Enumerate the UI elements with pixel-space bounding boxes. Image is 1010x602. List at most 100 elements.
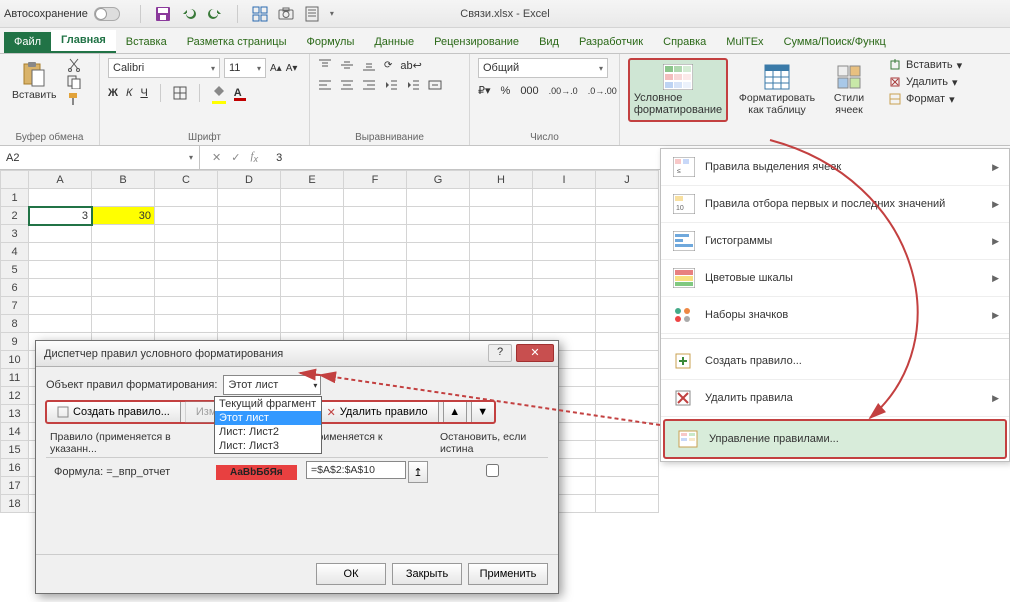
scope-option[interactable]: Текущий фрагмент [215,397,321,411]
font-name-select[interactable]: Calibri [108,58,220,78]
tile-icon[interactable] [252,6,268,22]
cf-manage-rules[interactable]: Управление правилами... [663,419,1007,459]
move-up-button[interactable]: ▲ [443,401,467,423]
conditional-formatting-button[interactable]: Условное форматирование [628,58,728,122]
row-header[interactable]: 18 [1,495,29,513]
row-header[interactable]: 15 [1,441,29,459]
cf-top-bottom-rules[interactable]: 10 Правила отбора первых и последних зна… [661,186,1009,223]
cf-data-bars[interactable]: Гистограммы▶ [661,223,1009,260]
decrease-indent-icon[interactable] [384,78,398,92]
delete-cells-button[interactable]: Удалить▾ [888,75,972,89]
row-header[interactable]: 9 [1,333,29,351]
paste-button[interactable]: Вставить [8,58,61,104]
align-left-icon[interactable] [318,78,332,92]
tab-file[interactable]: Файл [4,32,51,53]
name-box[interactable]: A2 [0,146,200,169]
insert-cells-button[interactable]: Вставить▾ [888,58,972,72]
scope-select[interactable]: Этот лист [223,375,321,395]
col-header[interactable]: I [533,171,596,189]
cf-highlight-rules[interactable]: ≤ Правила выделения ячеек▶ [661,149,1009,186]
range-picker-icon[interactable]: ↥ [408,461,428,483]
tab-home[interactable]: Главная [51,30,116,53]
applies-to-input[interactable]: =$A$2:$A$10 [306,461,406,479]
borders-icon[interactable] [173,86,187,100]
tab-formulas[interactable]: Формулы [296,32,364,53]
currency-icon[interactable]: ₽▾ [478,84,491,97]
fill-color-button[interactable] [212,85,226,102]
scope-option[interactable]: Лист: Лист2 [215,425,321,439]
increase-indent-icon[interactable] [406,78,420,92]
col-header[interactable]: B [92,171,155,189]
italic-button[interactable]: К [126,87,132,99]
tab-review[interactable]: Рецензирование [424,32,529,53]
fx-cancel-icon[interactable]: ✕ [212,151,221,164]
col-header[interactable]: G [407,171,470,189]
row-header[interactable]: 7 [1,297,29,315]
undo-icon[interactable] [181,6,197,22]
merge-icon[interactable] [428,78,442,92]
delete-rule-button[interactable]: ✕Удалить правило [316,401,439,423]
underline-button[interactable]: Ч [140,87,147,99]
align-bottom-icon[interactable] [362,58,376,72]
select-all-corner[interactable] [1,171,29,189]
scope-option[interactable]: Лист: Лист3 [215,439,321,453]
font-size-select[interactable]: 11 [224,58,266,78]
autosave-toggle-icon[interactable] [94,7,120,21]
row-header[interactable]: 10 [1,351,29,369]
dialog-help-icon[interactable]: ? [488,344,512,362]
new-rule-button[interactable]: Создать правило... [46,401,181,423]
row-header[interactable]: 8 [1,315,29,333]
col-header[interactable]: D [218,171,281,189]
increase-font-icon[interactable]: A▴ [270,63,282,74]
row-header[interactable]: 12 [1,387,29,405]
format-painter-icon[interactable] [67,92,81,106]
align-top-icon[interactable] [318,58,332,72]
comma-icon[interactable]: 000 [520,85,538,97]
tab-insert[interactable]: Вставка [116,32,177,53]
tab-multex[interactable]: MulTEx [716,32,773,53]
cf-icon-sets[interactable]: Наборы значков▶ [661,297,1009,334]
stop-if-true-checkbox[interactable] [486,464,499,477]
fx-enter-icon[interactable]: ✓ [231,151,240,164]
tab-page-layout[interactable]: Разметка страницы [177,32,297,53]
col-header[interactable]: F [344,171,407,189]
move-down-button[interactable]: ▼ [471,401,495,423]
apply-button[interactable]: Применить [468,563,548,585]
tab-sum-search[interactable]: Сумма/Поиск/Функц [774,32,896,53]
camera-icon[interactable] [278,6,294,22]
scope-option[interactable]: Этот лист [215,411,321,425]
row-header[interactable]: 6 [1,279,29,297]
bold-button[interactable]: Ж [108,87,118,99]
col-header[interactable]: J [596,171,659,189]
format-cells-button[interactable]: Формат▾ [888,92,972,106]
font-color-button[interactable]: A [234,87,242,99]
rule-row[interactable]: Формула: =_впр_отчет АаВbБбЯя =$A$2:$A$1… [46,458,548,486]
col-header[interactable]: A [29,171,92,189]
row-header[interactable]: 16 [1,459,29,477]
autosave-control[interactable]: Автосохранение [4,7,120,21]
wrap-text-icon[interactable]: ab↩ [400,59,421,72]
tab-view[interactable]: Вид [529,32,569,53]
row-header[interactable]: 13 [1,405,29,423]
ok-button[interactable]: ОК [316,563,386,585]
close-button[interactable]: Закрыть [392,563,462,585]
col-header[interactable]: E [281,171,344,189]
row-header[interactable]: 11 [1,369,29,387]
qat-dropdown-icon[interactable]: ▾ [330,9,334,18]
cf-clear-rules[interactable]: Удалить правила▶ [661,380,1009,417]
cell-A2[interactable]: 3 [29,207,92,225]
cell-B2[interactable]: 30 [92,207,155,225]
row-header[interactable]: 1 [1,189,29,207]
tab-data[interactable]: Данные [364,32,424,53]
align-center-icon[interactable] [340,78,354,92]
row-header[interactable]: 17 [1,477,29,495]
orientation-icon[interactable]: ⟳ [384,60,392,71]
align-middle-icon[interactable] [340,58,354,72]
align-right-icon[interactable] [362,78,376,92]
tab-developer[interactable]: Разработчик [569,32,653,53]
number-format-select[interactable]: Общий [478,58,608,78]
copy-icon[interactable] [67,75,81,89]
row-header[interactable]: 5 [1,261,29,279]
row-header[interactable]: 4 [1,243,29,261]
cf-new-rule[interactable]: Создать правило... [661,343,1009,380]
